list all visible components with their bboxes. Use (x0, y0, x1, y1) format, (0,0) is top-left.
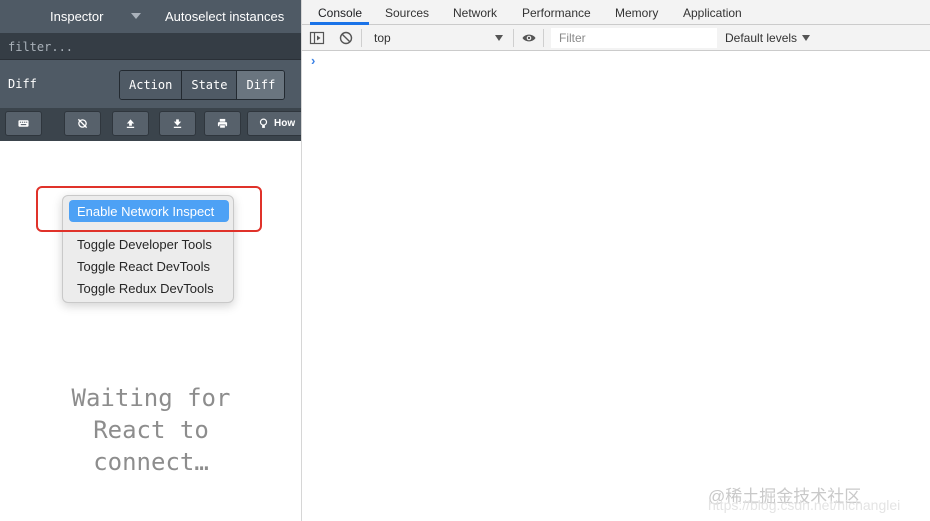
upload-icon (126, 119, 135, 128)
tab-state[interactable]: State (182, 71, 238, 99)
console-output[interactable]: › (302, 51, 930, 521)
menu-item-toggle-react-devtools[interactable]: Toggle React DevTools (69, 255, 210, 277)
inspector-title: Diff (8, 77, 37, 91)
print-button[interactable] (204, 111, 241, 136)
tab-performance[interactable]: Performance (522, 0, 591, 25)
chrome-devtools-panel: Console Sources Network Performance Memo… (302, 0, 930, 521)
tab-application[interactable]: Application (683, 0, 742, 25)
waiting-line-1: Waiting for (71, 384, 231, 412)
tab-action[interactable]: Action (120, 71, 183, 99)
autoselect-instances-select[interactable]: Autoselect instances (165, 9, 284, 24)
watermark-url: https://blog.csdn.net/nichanglei (708, 497, 901, 513)
tab-memory[interactable]: Memory (615, 0, 658, 25)
sync-toggle-button[interactable] (64, 111, 101, 136)
action-filter-input[interactable] (0, 33, 301, 60)
no-sync-icon (77, 118, 88, 129)
console-prompt-icon: › (311, 53, 316, 68)
monitor-header: Inspector Autoselect instances (0, 0, 301, 33)
console-filter-input[interactable] (551, 28, 717, 48)
keyboard-icon (18, 120, 29, 127)
toolbar-divider (361, 29, 362, 47)
inspector-tab-bar: Diff Action State Diff (0, 60, 301, 108)
toolbar-divider (513, 29, 514, 47)
menu-item-enable-network-inspect[interactable]: Enable Network Inspect (69, 200, 229, 222)
log-levels-dropdown[interactable]: Default levels (725, 29, 811, 47)
menu-item-toggle-redux-devtools[interactable]: Toggle Redux DevTools (69, 277, 214, 299)
waiting-line-2: React to (93, 416, 209, 444)
download-icon (173, 119, 182, 128)
tab-sources[interactable]: Sources (385, 0, 429, 25)
console-toolbar: top Default levels (302, 25, 930, 51)
devtools-tab-bar: Console Sources Network Performance Memo… (302, 0, 930, 25)
action-filter-bar (0, 33, 301, 60)
waiting-message: Waiting for React to connect… (0, 382, 301, 478)
inspector-tab-group: Action State Diff (119, 70, 286, 100)
waiting-line-3: connect… (93, 448, 209, 476)
how-help-button[interactable]: How (247, 111, 301, 136)
devtools-toolbar: How (0, 108, 301, 141)
context-menu: Enable Network Inspect Toggle Developer … (62, 195, 234, 303)
execution-context-select[interactable]: top (368, 28, 508, 48)
print-icon (217, 118, 228, 129)
tab-diff[interactable]: Diff (237, 71, 285, 99)
chevron-down-icon[interactable] (495, 35, 503, 41)
tab-network[interactable]: Network (453, 0, 497, 25)
chevron-down-icon[interactable] (131, 13, 141, 19)
sidebar-toggle-icon[interactable] (309, 30, 325, 46)
eye-icon[interactable] (521, 30, 537, 46)
upload-button[interactable] (112, 111, 149, 136)
log-levels-label: Default levels (725, 31, 798, 45)
clear-console-icon[interactable] (338, 30, 354, 46)
menu-item-toggle-developer-tools[interactable]: Toggle Developer Tools (69, 233, 212, 255)
lightbulb-icon (259, 118, 268, 128)
toolbar-divider (543, 29, 544, 47)
inspector-monitor-select[interactable]: Inspector (50, 9, 103, 24)
how-label: How (274, 118, 296, 129)
download-button[interactable] (159, 111, 196, 136)
redux-devtools-panel: Inspector Autoselect instances Diff Acti… (0, 0, 302, 521)
chevron-down-icon (802, 35, 811, 41)
keyboard-button[interactable] (5, 111, 42, 136)
